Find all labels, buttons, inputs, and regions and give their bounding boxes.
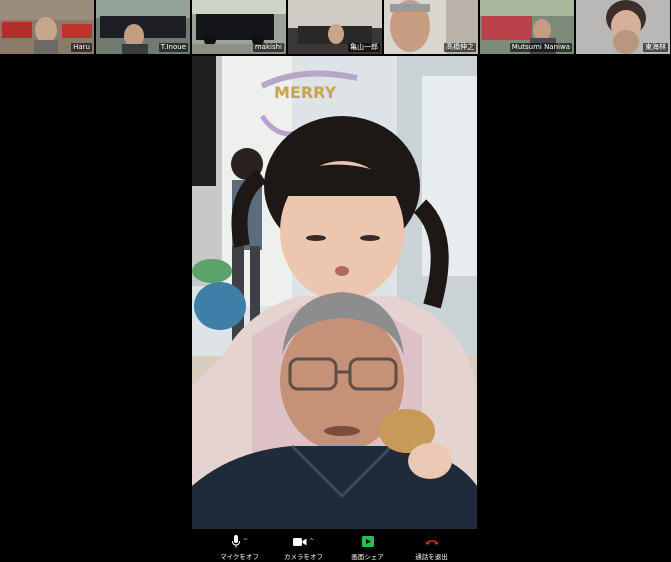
camera-icon <box>292 537 307 546</box>
participant-name: makishi <box>252 43 284 52</box>
mute-label: マイクをオフ <box>220 553 259 561</box>
share-label: 画面シェア <box>351 553 384 561</box>
participant-name: Haru <box>71 43 92 52</box>
participant-name: Mutsumi Naniwa <box>509 43 572 52</box>
chevron-up-icon[interactable]: ^ <box>309 538 314 545</box>
share-screen-icon <box>361 536 374 547</box>
hang-up-icon <box>425 539 438 545</box>
participant-tile[interactable]: 東海林 <box>576 0 670 54</box>
participant-tile[interactable]: makishi <box>192 0 286 54</box>
participant-tile[interactable]: Haru <box>0 0 94 54</box>
participant-name: 髙橋伸之 <box>444 43 476 52</box>
main-speaker-video: MERRY <box>192 56 477 529</box>
participant-name: 東海林 <box>643 43 668 52</box>
microphone-icon <box>231 535 240 548</box>
mute-button[interactable]: ^ マイクをオフ <box>218 535 262 561</box>
video-button[interactable]: ^ カメラをオフ <box>282 535 326 561</box>
participant-strip: Haru T.Inoue makishi 亀山一郎 髙橋伸之 Mutsumi N… <box>0 0 671 55</box>
video-frame: MERRY <box>192 56 477 529</box>
leave-label: 通話を退出 <box>415 553 448 561</box>
chevron-up-icon[interactable]: ^ <box>243 538 248 545</box>
participant-tile-active-speaker[interactable]: T.Inoue <box>96 0 190 54</box>
participant-tile[interactable]: 髙橋伸之 <box>384 0 478 54</box>
leave-call-button[interactable]: 通話を退出 <box>410 535 454 561</box>
participant-name: 亀山一郎 <box>348 43 380 52</box>
participant-tile[interactable]: Mutsumi Naniwa <box>480 0 574 54</box>
meeting-toolbar: ^ マイクをオフ ^ カメラをオフ 画面シェア 通話を退出 <box>0 530 671 562</box>
banner-text: MERRY <box>274 83 337 102</box>
participant-tile[interactable]: 亀山一郎 <box>288 0 382 54</box>
share-screen-button[interactable]: 画面シェア <box>346 535 390 561</box>
video-label: カメラをオフ <box>284 553 323 561</box>
participant-name: T.Inoue <box>158 43 188 52</box>
